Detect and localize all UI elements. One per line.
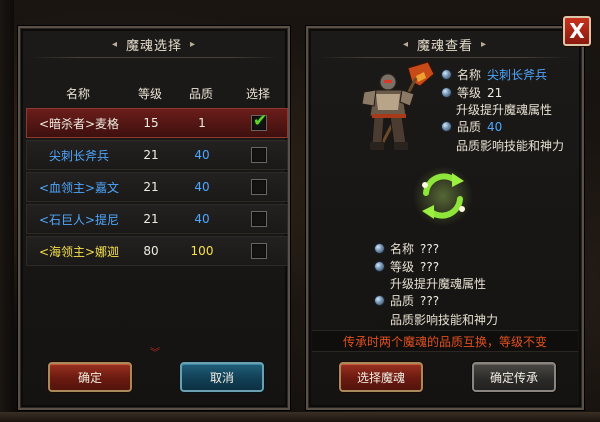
info-name: 名称 ???: [374, 240, 439, 257]
info-value: ???: [420, 259, 440, 274]
inherit-warning: 传承时两个魔魂的品质互换，等级不变: [312, 330, 578, 352]
level-note: 升级提升魔魂属性: [390, 277, 487, 291]
soul-name: 尖刺长斧兵: [48, 148, 109, 163]
select-cell: [233, 147, 285, 163]
orb-icon: [441, 121, 452, 132]
soul-name: <海领主>娜迦: [38, 244, 120, 259]
soul-level: 21: [143, 148, 159, 162]
info-value: ???: [420, 241, 440, 256]
soul-quality: 40: [194, 180, 210, 194]
soul-level: 21: [143, 212, 159, 226]
select-checkbox[interactable]: [251, 179, 267, 195]
select-cell: [233, 179, 285, 195]
quality-note: 品质影响技能和神力: [456, 139, 565, 153]
orb-icon: [374, 295, 385, 306]
close-icon: X: [569, 19, 585, 43]
chevron-down-icon[interactable]: ︾: [150, 344, 160, 359]
divider: [318, 57, 572, 58]
frame-bottom: [0, 412, 600, 422]
orb-icon: [374, 243, 385, 254]
axe-soldier-portrait: [361, 61, 435, 150]
panel-title-left: ◂ 魔魂选择 ▸: [112, 33, 196, 55]
select-cell: [233, 243, 285, 259]
soul-table: 名称 等级 品质 选择 <暗杀者>麦格 15 1 ✔ 尖刺长斧兵 21 40 <…: [26, 78, 288, 268]
confirm-inherit-button[interactable]: 确定传承: [472, 362, 556, 392]
select-cell: ✔: [233, 111, 285, 131]
soul-level: 15: [143, 116, 159, 130]
info-value: ???: [420, 293, 440, 308]
info-quality: 品质 40: [441, 118, 502, 135]
soul-name: <暗杀者>麦格: [38, 116, 120, 131]
info-label: 等级: [390, 260, 415, 274]
frame-edge: [0, 0, 14, 422]
info-label: 名称: [390, 242, 415, 256]
select-cell: [233, 211, 285, 227]
swap-arrows-icon[interactable]: [412, 165, 474, 227]
orb-icon: [441, 69, 452, 80]
info-level: 等级 ???: [374, 258, 439, 275]
level-note: 升级提升魔魂属性: [456, 103, 553, 117]
soul-quality: 40: [194, 212, 210, 226]
soul-level: 80: [143, 244, 159, 258]
title-deco-right: ▸: [190, 38, 197, 50]
panel-title-text: 魔魂选择: [125, 38, 183, 54]
soul-name: <血领主>嘉文: [38, 180, 120, 195]
column-header-select: 选择: [245, 86, 270, 101]
info-label: 等级: [457, 86, 482, 100]
table-row[interactable]: <石巨人>提尼 21 40: [26, 204, 288, 234]
title-deco-right: ▸: [481, 38, 488, 50]
info-level: 等级 21: [441, 84, 502, 101]
info-label: 品质: [390, 294, 415, 308]
divider: [30, 57, 278, 58]
check-icon: ✔: [253, 111, 268, 131]
table-row[interactable]: <血领主>嘉文 21 40: [26, 172, 288, 202]
info-value: 40: [487, 119, 503, 134]
cancel-button[interactable]: 取消: [180, 362, 264, 392]
info-label: 品质: [457, 120, 482, 134]
panel-title-right: ◂ 魔魂查看 ▸: [403, 33, 487, 55]
soul-quality: 40: [194, 148, 210, 162]
table-row[interactable]: 尖刺长斧兵 21 40: [26, 140, 288, 170]
soul-name: <石巨人>提尼: [38, 212, 120, 227]
info-label: 名称: [457, 68, 482, 82]
orb-icon: [374, 261, 385, 272]
close-button[interactable]: X: [563, 16, 591, 46]
quality-note: 品质影响技能和神力: [390, 313, 499, 327]
soul-quality: 1: [198, 116, 206, 130]
soul-quality: 100: [190, 244, 214, 258]
orb-icon: [441, 87, 452, 98]
select-checkbox[interactable]: [251, 243, 267, 259]
confirm-button[interactable]: 确定: [48, 362, 132, 392]
select-checkbox[interactable]: [251, 211, 267, 227]
soul-level: 21: [143, 180, 159, 194]
select-soul-button[interactable]: 选择魔魂: [339, 362, 423, 392]
panel-title-text: 魔魂查看: [416, 38, 474, 54]
info-quality: 品质 ???: [374, 292, 439, 309]
table-header: 名称 等级 品质 选择: [26, 78, 288, 108]
title-deco-left: ◂: [111, 38, 118, 50]
column-header-quality: 品质: [188, 86, 213, 101]
info-name: 名称 尖刺长斧兵: [441, 66, 547, 83]
info-value: 21: [487, 85, 503, 100]
column-header-level: 等级: [137, 86, 162, 101]
title-deco-left: ◂: [402, 38, 409, 50]
table-row[interactable]: <海领主>娜迦 80 100: [26, 236, 288, 266]
column-header-name: 名称: [65, 86, 90, 101]
select-checkbox[interactable]: [251, 147, 267, 163]
table-row[interactable]: <暗杀者>麦格 15 1 ✔: [26, 108, 288, 138]
select-checkbox[interactable]: ✔: [251, 111, 268, 131]
info-value: 尖刺长斧兵: [487, 68, 548, 82]
